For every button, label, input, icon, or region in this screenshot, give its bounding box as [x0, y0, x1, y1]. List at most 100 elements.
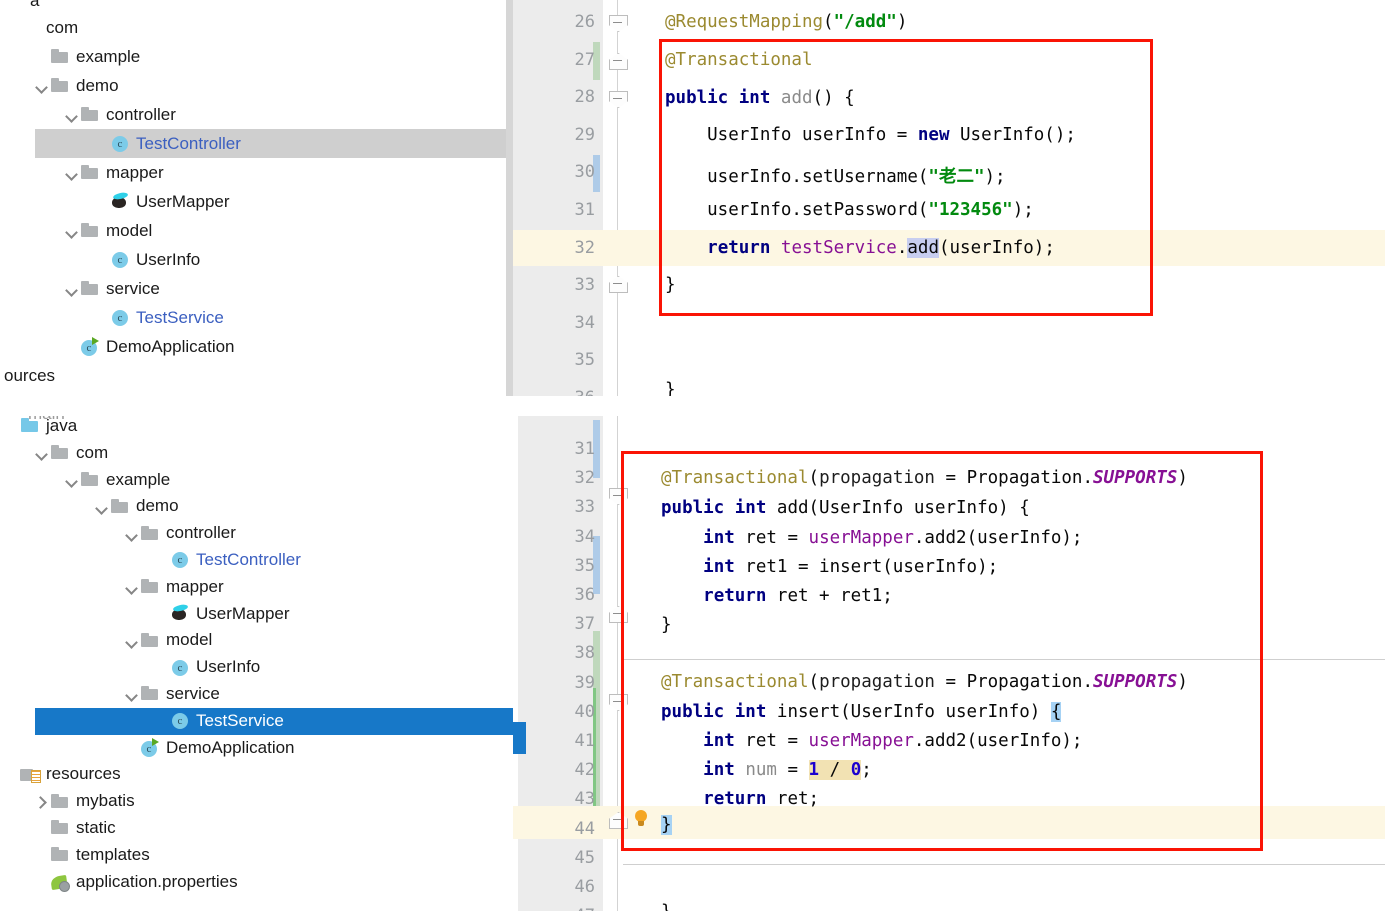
line-number[interactable]: 32	[575, 238, 595, 258]
line-number[interactable]: 38	[575, 643, 595, 663]
chevron-down-icon[interactable]	[64, 223, 80, 239]
line-number[interactable]: 35	[575, 350, 595, 370]
bottom-code-editor[interactable]: 31 32 33 34 35 36 37 38 39 40 41 42 43 44 45 46 47 @Tran…	[513, 416, 1385, 911]
chevron-down-icon[interactable]	[64, 281, 80, 297]
tree-item-testservice[interactable]: TestService	[35, 707, 533, 735]
line-number[interactable]: 31	[575, 200, 595, 220]
line-number[interactable]: 27	[575, 50, 595, 70]
chevron-down-icon[interactable]	[64, 472, 80, 488]
chevron-down-icon[interactable]	[34, 78, 50, 94]
chevron-down-icon[interactable]	[94, 499, 110, 515]
tree-item-static[interactable]: static	[0, 815, 533, 842]
tree-item-testservice[interactable]: TestService	[0, 303, 505, 332]
line-number[interactable]: 28	[575, 87, 595, 107]
chevron-down-icon[interactable]	[124, 633, 140, 649]
top-tree-clipped-bottom-label: ources	[4, 366, 56, 385]
line-number[interactable]: 34	[575, 527, 595, 547]
tree-item-demoapplication[interactable]: DemoApplication	[0, 735, 533, 762]
fold-toggle-icon[interactable]	[609, 488, 628, 505]
java-class-icon	[170, 550, 192, 570]
chevron-down-icon[interactable]	[64, 107, 80, 123]
tree-item-controller[interactable]: controller	[0, 520, 533, 547]
code-line: public int insert(UserInfo userInfo) {	[661, 702, 1062, 722]
tree-item-usermapper[interactable]: UserMapper	[0, 187, 505, 216]
tree-item-testcontroller[interactable]: TestController	[0, 547, 533, 574]
tree-item-label: service	[106, 279, 160, 298]
tree-item-mapper[interactable]: mapper	[0, 158, 505, 187]
tree-item-userinfo[interactable]: UserInfo	[0, 245, 505, 274]
tree-item-label: TestController	[196, 549, 301, 569]
line-number[interactable]: 45	[575, 848, 595, 868]
fold-toggle-icon[interactable]	[609, 276, 628, 293]
java-class-icon	[170, 658, 192, 678]
chevron-down-icon[interactable]	[34, 445, 50, 461]
tree-item-example[interactable]: example	[0, 42, 505, 71]
line-number[interactable]: 30	[575, 162, 595, 182]
tree-item-example[interactable]: example	[0, 467, 533, 494]
tree-item-model[interactable]: model	[0, 627, 533, 654]
line-number[interactable]: 29	[575, 125, 595, 145]
line-number[interactable]: 33	[575, 275, 595, 295]
tree-arrow-placeholder	[34, 49, 50, 65]
top-code-editor[interactable]: 26 27 28 29 30 31 32 33 34 35 36 @RequestMapping("…	[513, 0, 1385, 396]
tree-item-usermapper[interactable]: UserMapper	[0, 601, 533, 628]
top-tree-clipped-top-label: a	[30, 0, 40, 10]
line-number[interactable]: 35	[575, 556, 595, 576]
tree-item-label: mybatis	[76, 791, 135, 811]
tree-item-model[interactable]: model	[0, 216, 505, 245]
tree-arrow-placeholder	[34, 820, 50, 836]
line-number[interactable]: 34	[575, 313, 595, 333]
line-number[interactable]: 36	[575, 388, 595, 396]
fold-toggle-icon[interactable]	[609, 694, 628, 711]
intention-bulb-icon[interactable]	[634, 810, 648, 828]
tree-item-controller[interactable]: controller	[0, 100, 505, 129]
tree-item-java[interactable]: java	[0, 416, 533, 440]
chevron-down-icon[interactable]	[64, 165, 80, 181]
tree-item-demoapplication[interactable]: DemoApplication	[0, 332, 505, 361]
line-number[interactable]: 43	[575, 789, 595, 809]
line-number[interactable]: 46	[575, 877, 595, 897]
tree-item-mapper[interactable]: mapper	[0, 574, 533, 601]
line-number[interactable]: 47	[575, 906, 595, 911]
tree-item-mybatis[interactable]: mybatis	[0, 788, 533, 815]
line-number[interactable]: 26	[575, 12, 595, 32]
line-number[interactable]: 40	[575, 702, 595, 722]
line-number[interactable]: 37	[575, 614, 595, 634]
tree-item-label: demo	[76, 76, 119, 95]
top-project-tree[interactable]: a com example demo controller TestController…	[0, 0, 515, 396]
tree-item-resources[interactable]: resources	[0, 761, 533, 788]
tree-item-com[interactable]: com	[0, 440, 533, 467]
tree-item-userinfo[interactable]: UserInfo	[0, 654, 533, 681]
tree-item-application-properties[interactable]: application.properties	[0, 869, 533, 896]
fold-toggle-icon[interactable]	[609, 91, 628, 108]
tree-arrow-placeholder	[64, 339, 80, 355]
tree-item-service[interactable]: service	[0, 681, 533, 708]
fold-toggle-icon[interactable]	[609, 606, 628, 623]
tree-item-demo[interactable]: demo	[0, 493, 533, 520]
tree-arrow-placeholder	[4, 767, 20, 783]
tree-arrow-placeholder	[154, 606, 170, 622]
line-number[interactable]: 39	[575, 673, 595, 693]
chevron-down-icon[interactable]	[124, 686, 140, 702]
tree-item-service[interactable]: service	[0, 274, 505, 303]
tree-arrow-placeholder	[34, 874, 50, 890]
tree-item-com[interactable]: com	[0, 13, 505, 42]
chevron-down-icon[interactable]	[124, 526, 140, 542]
tree-item-templates[interactable]: templates	[0, 842, 533, 869]
top-tree-scrollbar[interactable]	[506, 0, 513, 396]
line-number[interactable]: 41	[575, 731, 595, 751]
line-number[interactable]: 31	[575, 439, 595, 459]
line-number[interactable]: 44	[575, 819, 595, 839]
chevron-right-icon[interactable]	[34, 794, 50, 810]
tree-item-testcontroller[interactable]: TestController	[35, 129, 515, 158]
line-number[interactable]: 33	[575, 497, 595, 517]
bottom-project-tree[interactable]: main javacomexampledemocontrollerTestCon…	[0, 416, 533, 911]
tree-item-demo[interactable]: demo	[0, 71, 505, 100]
line-number[interactable]: 42	[575, 760, 595, 780]
chevron-down-icon[interactable]	[124, 579, 140, 595]
line-number[interactable]: 36	[575, 585, 595, 605]
line-number[interactable]: 32	[575, 468, 595, 488]
fold-toggle-icon[interactable]	[609, 15, 628, 32]
tree-item-label: controller	[106, 105, 176, 124]
fold-toggle-icon[interactable]	[609, 53, 628, 70]
